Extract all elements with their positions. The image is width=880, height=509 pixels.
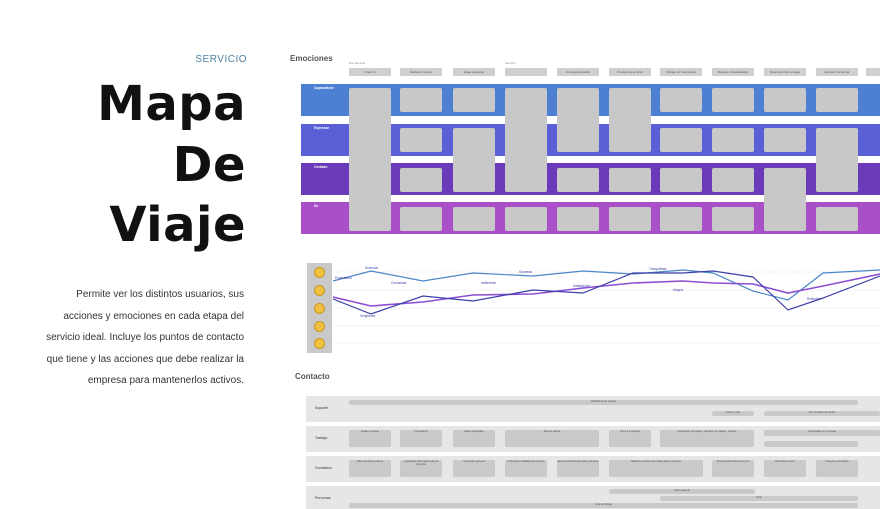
band-label: Capacitarse [314,86,334,90]
section-eyebrow: SERVICIO [195,54,247,65]
happy-face-icon [314,267,325,278]
journey-card [557,207,599,231]
contact-box: Aviso a empresas [609,430,651,447]
contact-box: Final [660,496,858,501]
journey-card [816,207,858,231]
contact-box: Bases de llegada [453,430,495,447]
phase-chip: Reflexión previo [400,68,442,76]
band-label: Cortado [314,165,328,169]
contact-box: Área de trabajo [349,503,858,508]
contact-box: Información detallada del servicio [505,460,547,477]
contact-box: Formularios [400,430,442,447]
emotion-label: Vergüenza [360,314,375,318]
emotion-label: Alegría [673,288,683,292]
servicio-label: Servicio [505,61,516,65]
journey-card [764,88,806,112]
emotion-label: Tranquilidad [649,267,667,271]
sad-face-icon [314,321,325,332]
emotion-label: Expectativa [335,276,352,280]
contact-box: Algún aspecto [609,489,755,494]
band-label: Expresar [314,126,329,130]
emociones-label: Emociones [290,54,333,63]
journey-card [400,88,442,112]
phase-chip: Trabajo en movimiento [660,68,702,76]
journey-card [816,128,858,192]
phase-chip: Después Post entrega [764,68,806,76]
journey-card [712,88,754,112]
journey-card [712,207,754,231]
contact-box: Revisar Información de envío [712,460,754,477]
journey-card [712,128,754,152]
neutral-face-icon [314,303,325,314]
emotion-faces-column [307,263,332,353]
journey-card [660,207,702,231]
journey-card [660,168,702,192]
contact-row-label: Trabajo [315,436,328,440]
phase-chip: Crear tu [349,68,391,76]
journey-card [712,168,754,192]
page-title-line-2: De [172,137,246,193]
journey-card [400,207,442,231]
contact-box: Salida de revisión del trabajo para el p… [609,460,703,477]
contact-box: Llegada de información para el proyecto [400,460,442,477]
contact-box: Días de oficina [505,430,599,447]
journey-card [505,88,547,192]
emotion-label: Curiosidad [391,281,406,285]
journey-card [609,168,651,192]
journey-card [400,168,442,192]
band-label: Se [314,204,319,208]
contact-row-label: Personas [315,496,331,500]
emotion-label: Satisfacción [573,284,590,288]
journey-card [453,88,495,112]
smile-face-icon [314,285,325,296]
contact-box: Bases de información para el proceso [557,460,599,477]
phase-chip: Revisión Ficha Agr [816,68,858,76]
journey-card [453,207,495,231]
emotion-label: Indiferente [481,281,496,285]
journey-card [505,207,547,231]
emotion-label: Sorpresa [519,270,532,274]
pre-servicio-label: Pre Servicio [349,61,366,65]
phase-chip [505,68,547,76]
journey-card [557,168,599,192]
journey-card [609,88,651,152]
phase-chip: Haga impuesta [453,68,495,76]
contact-box [764,441,858,447]
contact-box: Plataforma por Gastos [349,400,858,405]
journey-card [400,128,442,152]
contact-box: Parámetros de trabajo - Revisión de trab… [660,430,754,447]
contact-box: Cuadro de ideas [349,430,391,447]
journey-card [557,88,599,152]
phase-chip: Revisar entrada/salida [712,68,754,76]
angry-face-icon [314,338,325,349]
journey-card [349,88,391,231]
contact-row-label: Soporte [315,406,329,410]
contact-box: Formularios por mensaje [764,430,880,436]
contact-row-label: Contables [315,466,332,470]
phase-chip [866,68,880,76]
journey-card [764,168,806,231]
page-title-line-1: Mapa [97,76,246,132]
contact-box: Sin consultas de ofertas [764,411,880,416]
journey-card [816,88,858,112]
emotion-graph: Expectativa Diversión Curiosidad Indifer… [333,266,880,344]
journey-card [453,128,495,192]
page-title-line-3: Viaje [109,197,246,253]
contact-box: Proyectos vinculados [816,460,858,477]
contact-box: Formulario general [453,460,495,477]
phase-chip: Una aproximación [557,68,599,76]
emotion-label: Reflexión [807,297,821,301]
journey-card [764,128,806,152]
journey-card [609,207,651,231]
contact-box: Web consultora externa [349,460,391,477]
emotion-label: Diversión [365,266,379,270]
contacto-label: Contacto [295,372,330,381]
page-description: Permite ver los distintos usuarios, sus … [46,289,244,387]
journey-card [660,88,702,112]
contact-box: Gasto y flujo [712,411,754,416]
phase-chip: Proceso de emisión [609,68,651,76]
contact-box: Información envío [764,460,806,477]
journey-card [660,128,702,152]
